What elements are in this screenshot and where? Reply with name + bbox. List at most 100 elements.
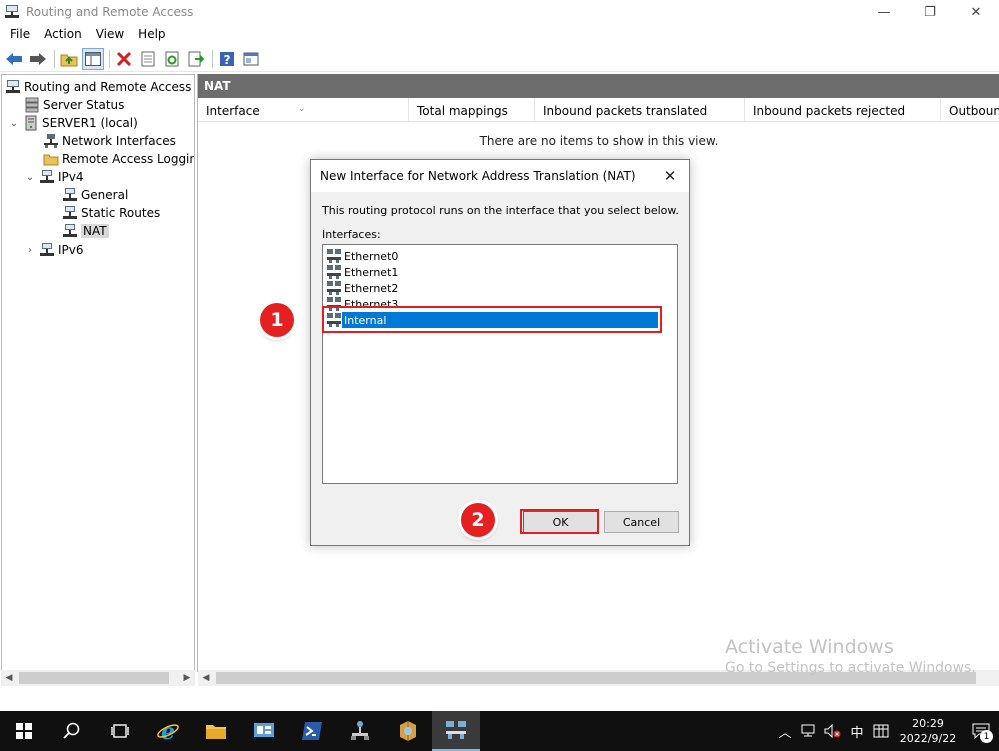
internet-explorer-icon[interactable]: e xyxy=(144,711,192,751)
network-adapter-icon xyxy=(327,249,341,263)
chevron-down-icon[interactable]: ⌄ xyxy=(8,118,20,129)
title-bar: Routing and Remote Access — ❐ ✕ xyxy=(0,0,999,24)
task-view-icon[interactable] xyxy=(96,711,144,751)
tree-item-ipv4[interactable]: ⌄ IPv4 xyxy=(24,168,84,186)
forward-icon[interactable] xyxy=(27,48,49,70)
back-icon[interactable] xyxy=(3,48,25,70)
watermark-subtitle: Go to Settings to activate Windows. xyxy=(725,660,976,676)
tree-item-label: Network Interfaces xyxy=(62,134,176,148)
network-icon[interactable] xyxy=(797,711,821,751)
scroll-right-icon[interactable]: ▶ xyxy=(179,670,195,686)
server-manager-icon[interactable] xyxy=(240,711,288,751)
network-admin-icon[interactable] xyxy=(336,711,384,751)
tree-item-label: Server Status xyxy=(43,98,125,112)
ime-indicator[interactable]: 中 xyxy=(845,711,869,751)
network-interfaces-icon xyxy=(43,133,59,149)
column-headers: Interface ⌄ Total mappings Inbound packe… xyxy=(198,98,999,122)
step-badge-1: 1 xyxy=(260,303,294,337)
powershell-icon[interactable] xyxy=(288,711,336,751)
highlight-ok-button xyxy=(520,509,599,534)
scroll-left-icon[interactable]: ◀ xyxy=(198,670,214,686)
highlight-internal-interface xyxy=(322,306,662,333)
system-clock[interactable]: 20:29 2022/9/22 xyxy=(893,716,963,746)
column-header-inbound-rejected[interactable]: Inbound packets rejected xyxy=(745,98,941,122)
server-list-icon xyxy=(24,97,40,113)
delete-icon[interactable] xyxy=(113,48,135,70)
network-node-icon xyxy=(62,223,78,239)
export-list-icon[interactable] xyxy=(185,48,207,70)
menu-file[interactable]: File xyxy=(3,24,37,44)
routing-server-icon xyxy=(5,79,21,95)
chevron-down-icon[interactable]: ⌄ xyxy=(24,172,36,183)
tree-item-server-status[interactable]: Server Status xyxy=(24,96,124,114)
tree-item-ipv6[interactable]: › IPv6 xyxy=(24,241,84,259)
dialog-close-icon[interactable]: ✕ xyxy=(661,167,679,185)
chevron-up-icon[interactable]: ︿ xyxy=(773,711,797,751)
network-node-icon xyxy=(62,187,78,203)
column-header-label: Interface xyxy=(206,104,260,118)
tree-horizontal-scrollbar[interactable]: ◀ ▶ xyxy=(1,670,195,686)
taskbar: e ︿ 中 20:29 2022/9/22 1 xyxy=(0,711,999,751)
watermark-title: Activate Windows xyxy=(725,636,894,658)
search-icon[interactable] xyxy=(48,711,96,751)
dialog-title-bar: New Interface for Network Address Transl… xyxy=(311,160,689,192)
console-view-icon[interactable] xyxy=(240,48,262,70)
interface-label: Ethernet2 xyxy=(344,281,399,295)
scrollbar-thumb[interactable] xyxy=(19,672,169,684)
tree-item-label: IPv4 xyxy=(58,170,84,184)
admin-tools-icon[interactable] xyxy=(384,711,432,751)
network-adapter-icon xyxy=(327,265,341,279)
tree-item-general[interactable]: General xyxy=(62,186,128,204)
tree-item-remote-access-logging[interactable]: Remote Access Logging xyxy=(43,150,195,168)
tree-item-routing-root[interactable]: Routing and Remote Access xyxy=(5,78,191,96)
tree-item-nat[interactable]: NAT xyxy=(62,222,109,240)
minimize-button[interactable]: — xyxy=(861,0,907,24)
maximize-button[interactable]: ❐ xyxy=(907,0,953,24)
notification-icon[interactable]: 1 xyxy=(963,711,999,751)
tree-item-network-interfaces[interactable]: Network Interfaces xyxy=(43,132,176,150)
interface-item-ethernet1[interactable]: Ethernet1 xyxy=(326,264,398,280)
show-hide-tree-icon[interactable] xyxy=(82,47,104,70)
interface-item-ethernet0[interactable]: Ethernet0 xyxy=(326,248,398,264)
column-header-total-mappings[interactable]: Total mappings xyxy=(409,98,535,122)
routing-remote-access-taskbar-icon[interactable] xyxy=(432,711,480,751)
help-icon[interactable]: ? xyxy=(216,48,238,70)
menu-action[interactable]: Action xyxy=(37,24,89,44)
svg-text:e: e xyxy=(161,719,175,743)
properties-icon[interactable] xyxy=(137,48,159,70)
tree-item-label: Remote Access Logging xyxy=(62,152,195,166)
close-button[interactable]: ✕ xyxy=(953,0,999,24)
notification-count: 1 xyxy=(980,730,993,743)
menu-help[interactable]: Help xyxy=(131,24,172,44)
dialog-title: New Interface for Network Address Transl… xyxy=(320,169,636,183)
tree-item-label: NAT xyxy=(81,224,109,238)
chevron-right-icon[interactable]: › xyxy=(24,245,36,256)
network-node-icon xyxy=(39,169,55,185)
tree-item-label: IPv6 xyxy=(58,243,84,257)
dialog-description: This routing protocol runs on the interf… xyxy=(322,204,679,217)
column-header-interface[interactable]: Interface ⌄ xyxy=(198,98,409,122)
interface-label: Ethernet1 xyxy=(344,265,399,279)
scroll-left-icon[interactable]: ◀ xyxy=(1,670,17,686)
ime-mode-icon[interactable] xyxy=(869,711,893,751)
volume-muted-icon[interactable] xyxy=(821,711,845,751)
tree-item-server1[interactable]: ⌄ SERVER1 (local) xyxy=(8,114,138,132)
empty-list-message: There are no items to show in this view. xyxy=(479,134,719,148)
file-explorer-icon[interactable] xyxy=(192,711,240,751)
clock-date: 2022/9/22 xyxy=(899,732,957,745)
start-windows-icon[interactable] xyxy=(0,711,48,751)
up-folder-icon[interactable] xyxy=(58,48,80,70)
interface-item-ethernet2[interactable]: Ethernet2 xyxy=(326,280,398,296)
cancel-button[interactable]: Cancel xyxy=(604,511,679,533)
server-icon xyxy=(23,115,39,131)
menu-view[interactable]: View xyxy=(89,24,131,44)
refresh-icon[interactable] xyxy=(161,48,183,70)
interfaces-label: Interfaces: xyxy=(322,228,381,241)
column-header-outbound[interactable]: Outbound xyxy=(941,98,999,122)
interfaces-listbox[interactable]: Ethernet0 Ethernet1 Ethernet2 Ethernet3 … xyxy=(322,244,678,484)
tree-item-label: General xyxy=(81,188,129,202)
interface-label: Ethernet0 xyxy=(344,249,399,263)
toolbar-separator xyxy=(212,49,213,68)
tree-item-static-routes[interactable]: Static Routes xyxy=(62,204,160,222)
column-header-inbound-translated[interactable]: Inbound packets translated xyxy=(535,98,745,122)
